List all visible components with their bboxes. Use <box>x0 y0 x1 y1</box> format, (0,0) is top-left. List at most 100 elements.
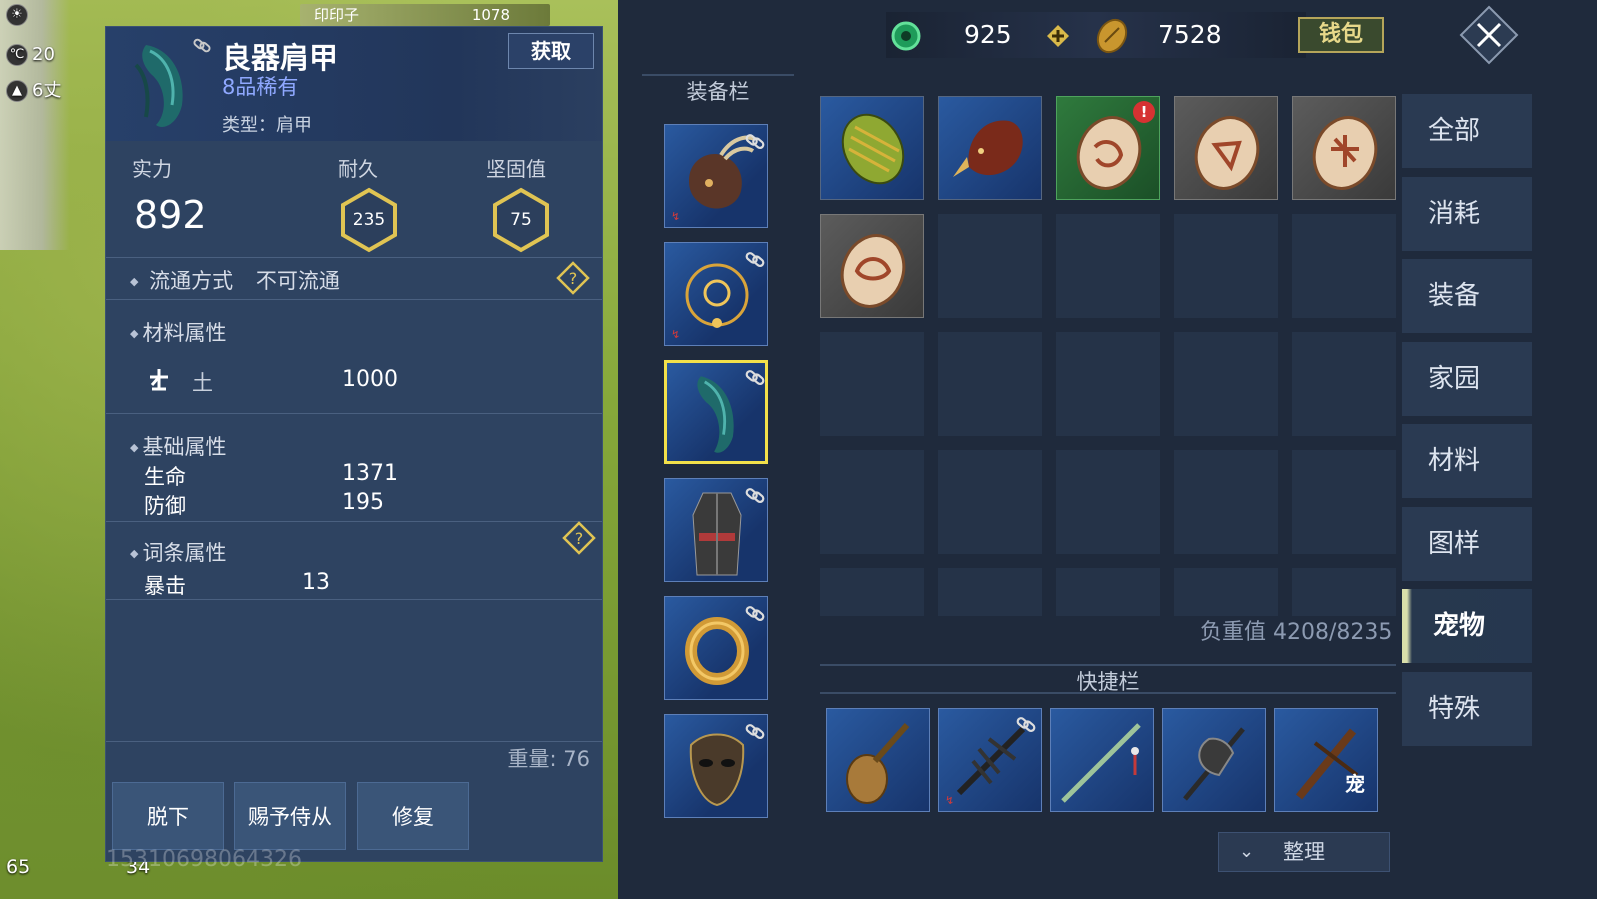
tab-materials[interactable]: 材料 <box>1402 424 1532 498</box>
inventory-slot-empty[interactable] <box>1056 568 1160 616</box>
strip-value: 1078 <box>471 6 510 24</box>
chevron-down-icon: ⌄ <box>1239 841 1255 862</box>
close-icon[interactable] <box>1458 4 1520 66</box>
wallet-button[interactable]: 钱包 <box>1298 17 1384 53</box>
item-type: 类型：肩甲 <box>222 111 312 137</box>
add-currency-icon[interactable] <box>1046 24 1070 48</box>
tab-all[interactable]: 全部 <box>1402 94 1532 168</box>
svg-text:?: ? <box>575 529 584 548</box>
quickbar-slot-trap[interactable]: ↯ <box>938 708 1042 812</box>
inventory-slot-empty[interactable] <box>1056 332 1160 436</box>
circulation-row: 流通方式 不可流通 <box>130 265 340 295</box>
inventory-slot-empty[interactable] <box>1292 332 1396 436</box>
inventory-slot-empty[interactable] <box>1292 450 1396 554</box>
sturdy-value: 75 <box>510 210 532 230</box>
double-axe-icon <box>1183 727 1245 801</box>
inventory-slot-empty[interactable] <box>1174 214 1278 318</box>
strip-label: 印印子 <box>314 6 360 24</box>
divider <box>106 741 602 742</box>
carved-stone-icon <box>840 234 906 308</box>
quickbar-title: 快捷栏 <box>820 664 1396 694</box>
inventory-slot-pet-stone-4[interactable] <box>820 214 924 318</box>
sturdy-label: 坚固值 <box>486 157 546 181</box>
tab-equipment[interactable]: 装备 <box>1402 259 1532 333</box>
base-section-title: 基础属性 <box>130 431 226 461</box>
power-label: 实力 <box>132 157 172 181</box>
item-detail-panel: 良器肩甲 8品稀有 类型：肩甲 获取 实力 892 耐久 235 坚固值 75 … <box>105 26 603 872</box>
inventory-slot-empty[interactable] <box>1292 214 1396 318</box>
help-icon[interactable]: ? <box>556 261 590 295</box>
tab-patterns[interactable]: 图样 <box>1402 507 1532 581</box>
unequip-button[interactable]: 脱下 <box>112 782 224 850</box>
earth-element-icon <box>150 369 168 391</box>
sun-indicator: ☀ <box>6 4 32 26</box>
quickbar-slot-axe[interactable] <box>1162 708 1266 812</box>
link-icon <box>745 252 765 268</box>
inventory-slot-empty[interactable] <box>1174 568 1278 616</box>
tab-pets[interactable]: 宠物 <box>1402 589 1532 663</box>
repair-button[interactable]: 修复 <box>357 782 469 850</box>
base-stat-def-label: 防御 <box>144 494 186 518</box>
jade-currency-icon <box>891 21 921 51</box>
carved-stone-icon <box>1312 116 1378 190</box>
currency-bar: 925 7528 <box>886 12 1306 58</box>
circulation-value: 不可流通 <box>255 269 340 293</box>
inventory-slot-empty[interactable] <box>1174 450 1278 554</box>
inventory-slot-pet-egg[interactable] <box>820 96 924 200</box>
quickbar-slot-staff[interactable] <box>1050 708 1154 812</box>
inventory-slot-empty[interactable] <box>820 332 924 436</box>
tree-trunk <box>0 0 70 250</box>
inventory-slot-empty[interactable] <box>1056 214 1160 318</box>
quickbar-slot-crossbow[interactable]: 宠 <box>1274 708 1378 812</box>
inventory-slot-pet-stone-2[interactable] <box>1174 96 1278 200</box>
altitude-readout: ▲ 6丈 <box>6 76 61 102</box>
divider <box>106 299 602 300</box>
inventory-slot-empty[interactable] <box>938 568 1042 616</box>
jade-amount: 925 <box>964 20 1012 49</box>
alert-badge: ! <box>1133 101 1155 123</box>
item-weight: 重量: 76 <box>507 747 590 771</box>
inventory-slot-eagle[interactable] <box>938 96 1042 200</box>
sort-label: 整理 <box>1283 840 1325 864</box>
base-stat-hp-label: 生命 <box>144 465 186 489</box>
inventory-window: 925 7528 钱包 装备栏 ↯ ↯ ! 负重值 4208/8235 快捷栏 … <box>618 0 1597 899</box>
sun-icon: ☀ <box>6 4 28 26</box>
inventory-slot-empty[interactable] <box>938 450 1042 554</box>
tab-homestead[interactable]: 家园 <box>1402 342 1532 416</box>
mountain-icon: ▲ <box>6 80 28 102</box>
inventory-slot-empty[interactable] <box>1174 332 1278 436</box>
material-value: 1000 <box>342 367 398 392</box>
inventory-slot-pet-stone-3[interactable] <box>1292 96 1396 200</box>
affix-stat-crit-value: 13 <box>302 570 330 595</box>
item-type-value: 肩甲 <box>276 115 312 136</box>
power-value: 892 <box>134 193 207 237</box>
carry-weight: 负重值 4208/8235 <box>1200 620 1393 645</box>
link-icon <box>745 606 765 622</box>
help-icon[interactable]: ? <box>562 521 596 555</box>
item-rarity: 8品稀有 <box>222 75 299 99</box>
temperature-value: 20 <box>32 44 55 65</box>
bound-tag-icon: ↯ <box>945 794 955 807</box>
inventory-slot-empty[interactable] <box>938 332 1042 436</box>
inventory-slot-empty[interactable] <box>1292 568 1396 616</box>
tab-special[interactable]: 特殊 <box>1402 672 1532 746</box>
temperature-readout: ℃ 20 <box>6 44 55 66</box>
inventory-slot-empty[interactable] <box>938 214 1042 318</box>
base-stat-def-value: 195 <box>342 490 384 515</box>
inventory-slot-pet-stone-1[interactable]: ! <box>1056 96 1160 200</box>
carved-stone-icon <box>1194 116 1260 190</box>
quickbar-slot-pipa[interactable] <box>826 708 930 812</box>
sort-button[interactable]: ⌄ 整理 <box>1218 832 1390 872</box>
inventory-slot-empty[interactable] <box>820 450 924 554</box>
material-section-title: 材料属性 <box>130 317 226 347</box>
divider <box>106 521 602 522</box>
durability-hexagon: 235 <box>340 187 398 253</box>
item-type-label: 类型： <box>222 115 276 136</box>
tab-consumables[interactable]: 消耗 <box>1402 177 1532 251</box>
give-follower-button[interactable]: 赐予侍从 <box>234 782 346 850</box>
link-icon <box>745 134 765 150</box>
inventory-slot-empty[interactable] <box>1056 450 1160 554</box>
obtain-button[interactable]: 获取 <box>508 33 594 69</box>
jade-staff-icon <box>1061 723 1141 803</box>
inventory-slot-empty[interactable] <box>820 568 924 616</box>
